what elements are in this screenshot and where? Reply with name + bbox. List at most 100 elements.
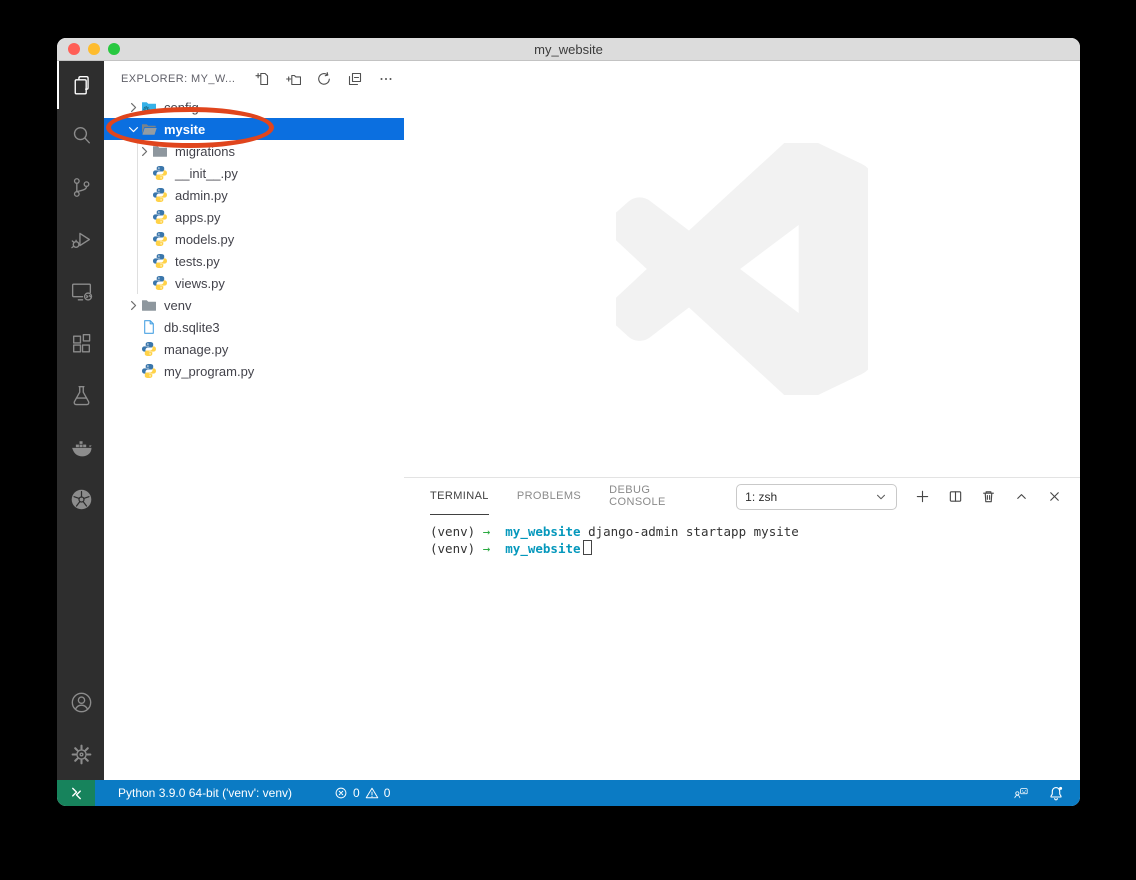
kill-terminal-button[interactable] — [981, 489, 996, 504]
split-terminal-button[interactable] — [948, 489, 963, 504]
panel-header: TERMINAL PROBLEMS DEBUG CONSOLE 1: zsh — [404, 478, 1080, 515]
sqlite-icon — [141, 319, 157, 335]
feedback-icon — [1013, 785, 1029, 801]
tree-item-label: manage.py — [164, 342, 228, 357]
activity-remote-explorer-button[interactable] — [57, 265, 104, 317]
tree-item-label: admin.py — [175, 188, 228, 203]
screenshot-canvas: { "window": { "title": "my_website" }, "… — [0, 0, 1136, 880]
activity-docker-button[interactable] — [57, 421, 104, 473]
tree-item-views-py[interactable]: views.py — [104, 272, 404, 294]
close-window-button[interactable] — [68, 43, 80, 55]
activity-search-button[interactable] — [57, 109, 104, 161]
tab-problems[interactable]: PROBLEMS — [517, 478, 581, 515]
extensions-icon — [69, 331, 94, 356]
minimize-window-button[interactable] — [88, 43, 100, 55]
activity-extensions-button[interactable] — [57, 317, 104, 369]
notifications-button[interactable] — [1048, 785, 1064, 801]
error-count: 0 — [353, 786, 360, 800]
chevron-spacer — [125, 363, 141, 379]
activity-bar — [57, 61, 104, 780]
activity-kubernetes-button[interactable] — [57, 473, 104, 525]
terminal-content[interactable]: (venv) → my_website django-admin startap… — [404, 515, 1080, 780]
problems-status[interactable]: 0 0 — [334, 786, 390, 800]
chevron-spacer — [136, 187, 152, 203]
chevron-right-icon[interactable] — [125, 297, 141, 313]
python-icon — [152, 165, 168, 181]
zoom-window-button[interactable] — [108, 43, 120, 55]
tab-terminal[interactable]: TERMINAL — [430, 478, 489, 515]
tree-item-config[interactable]: config — [104, 96, 404, 118]
python-icon — [141, 363, 157, 379]
chevron-right-icon[interactable] — [136, 143, 152, 159]
status-bar: Python 3.9.0 64-bit ('venv': venv) 0 0 — [57, 780, 1080, 806]
tree-item-label: __init__.py — [175, 166, 238, 181]
vscode-logo-watermark — [616, 143, 868, 395]
close-panel-button[interactable] — [1047, 489, 1062, 504]
chevron-spacer — [125, 319, 141, 335]
terminal-line-2: (venv) → my_website — [430, 540, 1080, 557]
tree-item-label: mysite — [164, 122, 205, 137]
explorer-header: EXPLORER: MY_W... — [104, 61, 404, 96]
files-icon — [69, 73, 94, 98]
python-icon — [152, 231, 168, 247]
terminal-segment — [490, 541, 505, 556]
terminal-segment: (venv) — [430, 541, 483, 556]
tree-item-my-program-py[interactable]: my_program.py — [104, 360, 404, 382]
activity-explorer-button[interactable] — [57, 61, 104, 109]
source-control-icon — [69, 175, 94, 200]
tree-item-venv[interactable]: venv — [104, 294, 404, 316]
chevron-down-icon[interactable] — [125, 121, 141, 137]
chevron-spacer — [136, 231, 152, 247]
tab-debug-console[interactable]: DEBUG CONSOLE — [609, 478, 708, 515]
activity-settings-button[interactable] — [57, 728, 104, 780]
tree-item-db-sqlite3[interactable]: db.sqlite3 — [104, 316, 404, 338]
more-actions-button[interactable] — [378, 71, 394, 87]
folder-icon — [152, 143, 168, 159]
new-terminal-button[interactable] — [915, 489, 930, 504]
activity-testing-button[interactable] — [57, 369, 104, 421]
tree-item-init-py[interactable]: __init__.py — [104, 162, 404, 184]
new-folder-icon — [285, 71, 301, 87]
chevron-down-icon — [874, 490, 888, 504]
tree-item-label: tests.py — [175, 254, 220, 269]
python-interpreter-status[interactable]: Python 3.9.0 64-bit ('venv': venv) — [118, 786, 292, 800]
refresh-explorer-button[interactable] — [316, 71, 332, 87]
terminal-segment — [490, 524, 505, 539]
tree-item-label: venv — [164, 298, 191, 313]
explorer-sidebar: EXPLORER: MY_W... config mysite migrations… — [104, 61, 404, 780]
trash-icon — [981, 489, 996, 504]
terminal-segment: my_website — [505, 524, 580, 539]
chevron-spacer — [136, 209, 152, 225]
tree-item-migrations[interactable]: migrations — [104, 140, 404, 162]
chevron-spacer — [136, 275, 152, 291]
feedback-button[interactable] — [1013, 785, 1029, 801]
editor-group: TERMINAL PROBLEMS DEBUG CONSOLE 1: zsh — [404, 61, 1080, 780]
tree-item-tests-py[interactable]: tests.py — [104, 250, 404, 272]
tree-item-label: models.py — [175, 232, 234, 247]
activity-run-debug-button[interactable] — [57, 213, 104, 265]
activity-account-button[interactable] — [57, 676, 104, 728]
python-icon — [152, 209, 168, 225]
collapse-folders-button[interactable] — [347, 71, 363, 87]
editor-area[interactable] — [404, 61, 1080, 477]
maximize-panel-button[interactable] — [1014, 489, 1029, 504]
close-icon — [1047, 489, 1062, 504]
chevron-spacer — [136, 253, 152, 269]
tree-item-manage-py[interactable]: manage.py — [104, 338, 404, 360]
activity-source-control-button[interactable] — [57, 161, 104, 213]
bottom-panel: TERMINAL PROBLEMS DEBUG CONSOLE 1: zsh — [404, 477, 1080, 780]
kubernetes-icon — [69, 487, 94, 512]
tree-item-admin-py[interactable]: admin.py — [104, 184, 404, 206]
folder-open-icon — [141, 121, 157, 137]
remote-indicator[interactable] — [57, 780, 95, 806]
tree-item-mysite[interactable]: mysite — [104, 118, 404, 140]
new-folder-button[interactable] — [285, 71, 301, 87]
python-icon — [152, 187, 168, 203]
chevron-right-icon[interactable] — [125, 99, 141, 115]
tree-item-models-py[interactable]: models.py — [104, 228, 404, 250]
new-file-button[interactable] — [254, 71, 270, 87]
window-title: my_website — [534, 42, 603, 57]
activity-bar-spacer — [57, 525, 104, 676]
terminal-picker-dropdown[interactable]: 1: zsh — [736, 484, 897, 510]
tree-item-apps-py[interactable]: apps.py — [104, 206, 404, 228]
